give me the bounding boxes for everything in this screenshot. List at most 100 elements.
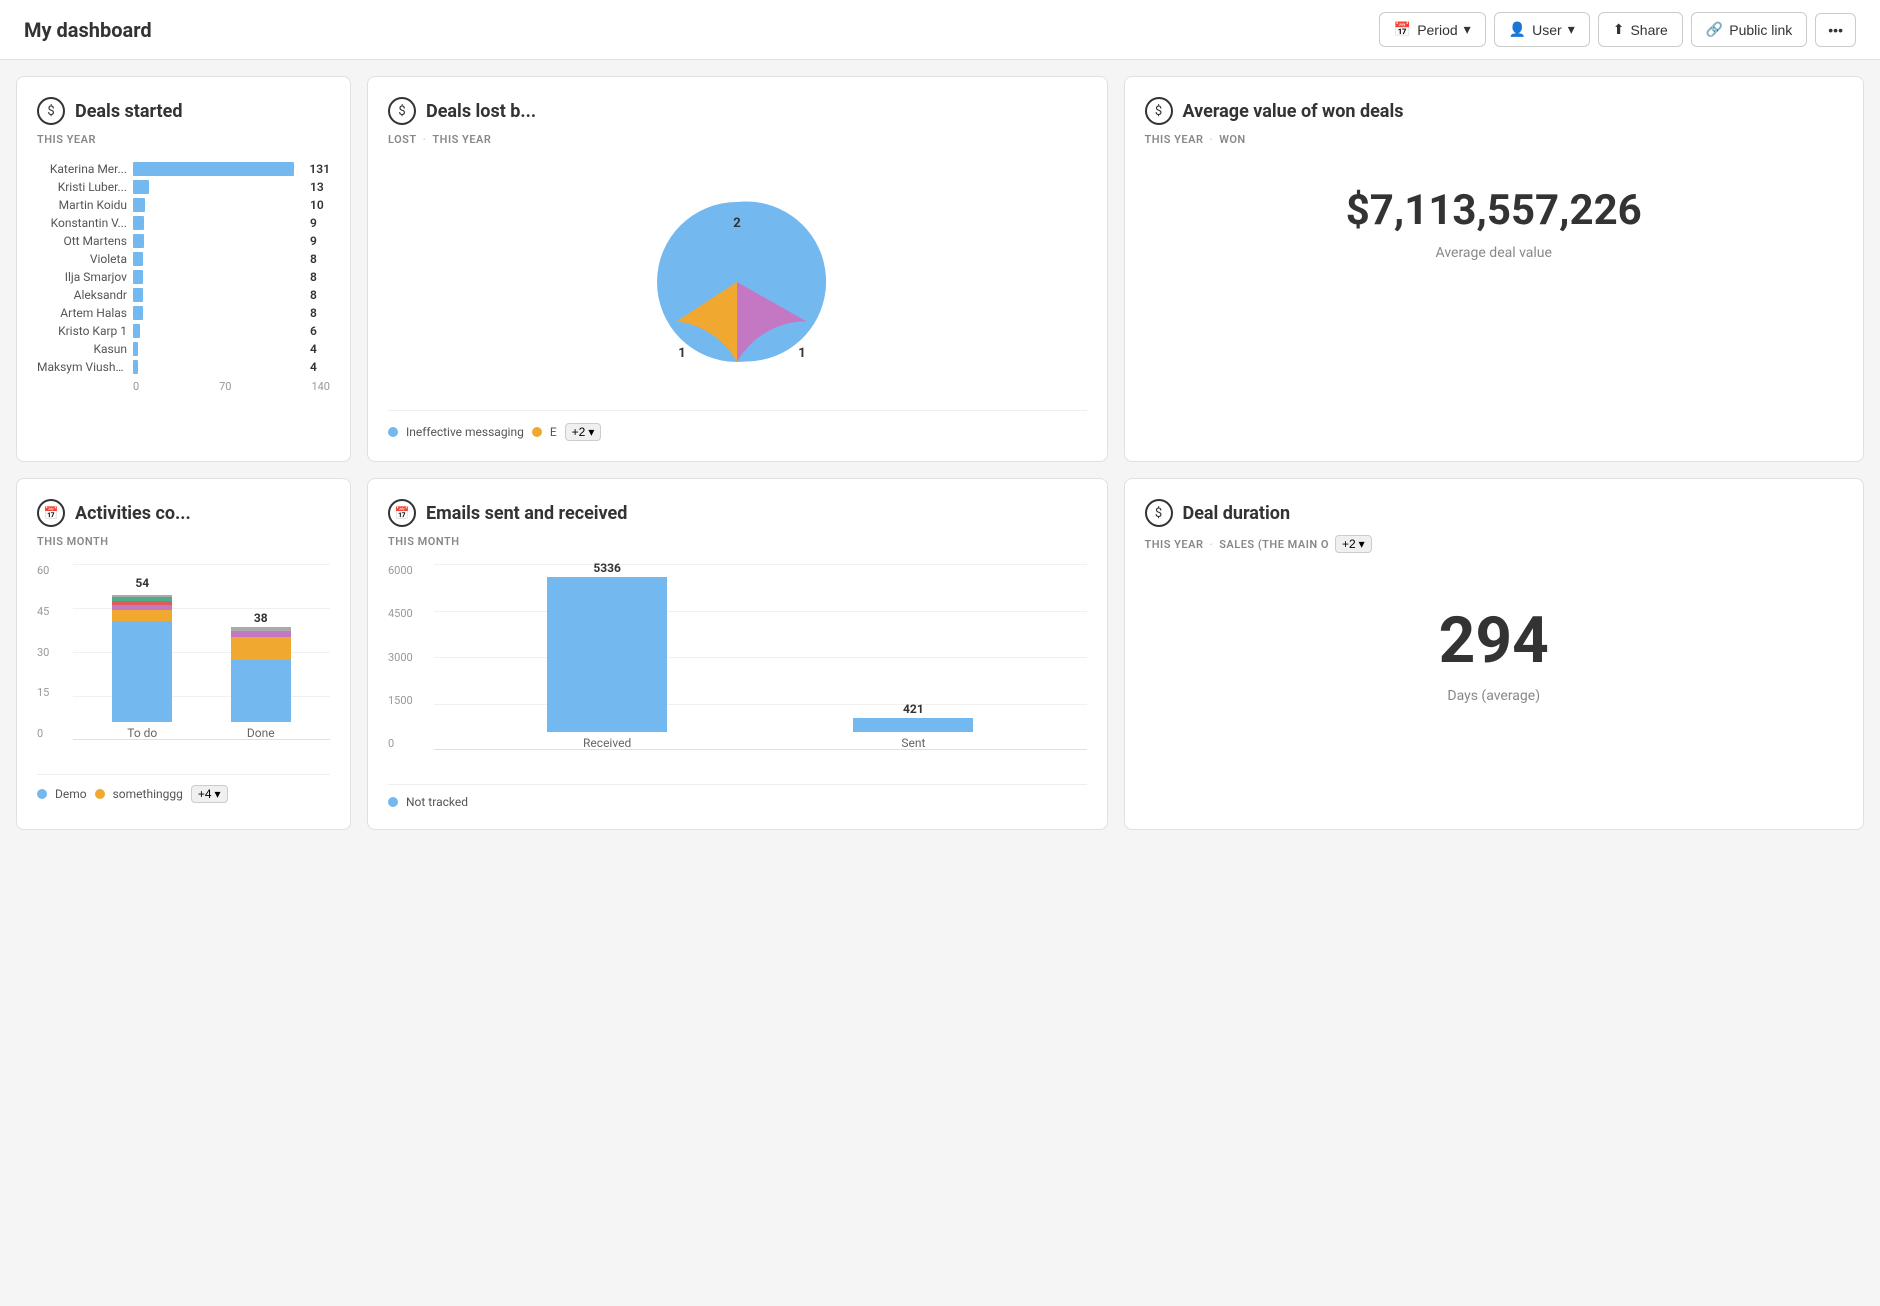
- calendar-icon: 📅: [1394, 21, 1411, 38]
- card-title: Average value of won deals: [1183, 101, 1404, 122]
- legend-more-button[interactable]: +4 ▾: [191, 785, 228, 803]
- bar-fill: [133, 198, 145, 212]
- bar-row: Katerina Mer...131: [37, 162, 330, 176]
- page-title: My dashboard: [24, 18, 152, 42]
- dollar-icon: $: [1145, 97, 1173, 125]
- activities-card: 📅 Activities co... THIS MONTH 604530150: [16, 478, 351, 830]
- legend-more-button[interactable]: +2 ▾: [1335, 535, 1372, 553]
- email-bar-received: 5336 Received: [474, 561, 740, 750]
- chevron-down-icon: ▾: [1568, 21, 1575, 38]
- legend-dot-2: [532, 427, 542, 437]
- bar-label: Maksym Viushkin: [37, 360, 127, 374]
- bar-value: 421: [903, 702, 924, 716]
- bar-container: [133, 324, 306, 338]
- header-actions: 📅 Period ▾ 👤 User ▾ ⬆ Share 🔗 Public lin…: [1379, 12, 1856, 47]
- emails-chart: 60004500300015000 5336 Received: [388, 564, 1087, 774]
- more-icon: •••: [1828, 22, 1843, 38]
- bar-x-label: Done: [247, 726, 275, 740]
- bar-row: Kasun4: [37, 342, 330, 356]
- bar-value-label: 4: [310, 360, 330, 374]
- bar-label: Kristi Luber...: [37, 180, 127, 194]
- header: My dashboard 📅 Period ▾ 👤 User ▾ ⬆ Share…: [0, 0, 1880, 60]
- bar-row: Konstantin V... 9: [37, 216, 330, 230]
- bar-fill: [133, 252, 143, 266]
- period-button[interactable]: 📅 Period ▾: [1379, 12, 1486, 47]
- bar-value-label: 6: [310, 324, 330, 338]
- deals-started-card: $ Deals started THIS YEAR Katerina Mer..…: [16, 76, 351, 462]
- card-header: $ Deal duration: [1145, 499, 1844, 527]
- bar-fill: [133, 180, 149, 194]
- bar-x-label: Received: [583, 736, 631, 750]
- chevron-down-icon: ▾: [1359, 537, 1365, 551]
- y-axis: 60004500300015000: [388, 564, 413, 750]
- legend-dot-2: [95, 789, 105, 799]
- bar-fill: [547, 577, 667, 732]
- bar-container: [133, 252, 306, 266]
- bar-fill: [133, 234, 144, 248]
- bar-label: Violeta: [37, 252, 127, 266]
- card-title: Deals lost b...: [426, 101, 536, 122]
- bar-fill: [133, 342, 138, 356]
- bar-value-label: 8: [310, 288, 330, 302]
- share-button[interactable]: ⬆ Share: [1598, 12, 1683, 47]
- horizontal-bar-chart: Katerina Mer...131 Kristi Luber... 13 Marti…: [37, 162, 330, 374]
- public-link-button[interactable]: 🔗 Public link: [1691, 12, 1807, 47]
- bar-value-label: 8: [310, 252, 330, 266]
- bar-group-done: 38 Done: [212, 611, 311, 740]
- bar-container: [133, 360, 306, 374]
- activities-legend: Demo somethinggg +4 ▾: [37, 774, 330, 803]
- bar-fill: [133, 360, 138, 374]
- card-subtitle: LOST · THIS YEAR: [388, 133, 1087, 146]
- card-subtitle: THIS YEAR · SALES (THE MAIN O +2 ▾: [1145, 535, 1844, 553]
- card-header: $ Deals lost b...: [388, 97, 1087, 125]
- bar-row: Violeta 8: [37, 252, 330, 266]
- share-icon: ⬆: [1613, 21, 1625, 38]
- bar-value-label: 8: [310, 306, 330, 320]
- bar-container: [133, 234, 306, 248]
- bar-value-label: 9: [310, 216, 330, 230]
- calendar-icon: 📅: [388, 499, 416, 527]
- bar-container: [133, 306, 306, 320]
- svg-text:1: 1: [799, 346, 806, 361]
- bar-container: [133, 270, 306, 284]
- deals-lost-card: $ Deals lost b... LOST · THIS YEAR 2 1 1: [367, 76, 1108, 462]
- bar-x-label: Sent: [901, 736, 925, 750]
- bar-label: Artem Halas: [37, 306, 127, 320]
- pie-chart: 2 1 1: [388, 162, 1087, 402]
- bar-fill: [133, 216, 144, 230]
- emails-legend: Not tracked: [388, 784, 1087, 809]
- stacked-bar: [112, 592, 172, 722]
- card-title: Deal duration: [1183, 503, 1291, 524]
- user-button[interactable]: 👤 User ▾: [1494, 12, 1590, 47]
- user-icon: 👤: [1509, 21, 1526, 38]
- deal-duration-value: 294: [1145, 603, 1844, 678]
- bar-fill: [853, 718, 973, 732]
- bar-row: Kristi Luber... 13: [37, 180, 330, 194]
- card-title: Deals started: [75, 101, 182, 122]
- big-value-label: Average deal value: [1145, 245, 1844, 261]
- chevron-down-icon: ▾: [1464, 21, 1471, 38]
- card-title: Activities co...: [75, 503, 191, 524]
- legend-dot: [388, 797, 398, 807]
- bar-value-label: 9: [310, 234, 330, 248]
- bar-group-todo: 54 To do: [93, 576, 192, 740]
- avg-value-card: $ Average value of won deals THIS YEAR ·…: [1124, 76, 1865, 462]
- card-header: 📅 Activities co...: [37, 499, 330, 527]
- legend-more-button[interactable]: +2 ▾: [565, 423, 602, 441]
- bar-value: 54: [135, 576, 149, 590]
- bar-value-label: 10: [310, 198, 330, 212]
- bar-value-label: 13: [310, 180, 330, 194]
- card-header: 📅 Emails sent and received: [388, 499, 1087, 527]
- svg-text:1: 1: [679, 346, 686, 361]
- bar-container: [133, 162, 305, 176]
- more-button[interactable]: •••: [1815, 13, 1856, 47]
- bar-value: 38: [254, 611, 268, 625]
- bar-value-label: 8: [310, 270, 330, 284]
- bar-value-label: 4: [310, 342, 330, 356]
- bar-container: [133, 180, 306, 194]
- bar-label: Konstantin V...: [37, 216, 127, 230]
- bar-label: Ilja Smarjov: [37, 270, 127, 284]
- bar-container: [133, 198, 306, 212]
- bar-fill: [133, 324, 140, 338]
- bar-label: Martin Koidu: [37, 198, 127, 212]
